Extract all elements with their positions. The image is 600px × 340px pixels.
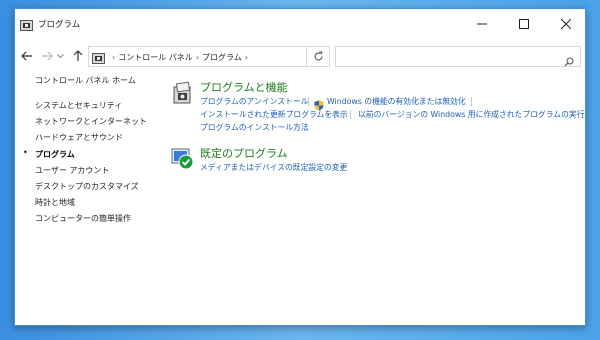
link-run-older-programs[interactable]: 以前のバージョンの Windows 用に作成されたプログラムの実行 (358, 109, 585, 120)
recent-locations-button[interactable] (55, 47, 65, 65)
link-change-media-defaults[interactable]: メディアまたはデバイスの既定設定の変更 (200, 162, 347, 173)
refresh-button[interactable] (306, 46, 330, 67)
link-windows-features[interactable]: Windows の機能の有効化または無効化 (327, 96, 466, 107)
link-separator (350, 110, 351, 119)
window-title: プログラム (38, 20, 81, 30)
sidebar-item-network[interactable]: ネットワークとインターネット (35, 116, 147, 127)
close-button[interactable] (545, 9, 587, 39)
control-panel-icon (92, 50, 105, 64)
title-bar[interactable]: プログラム (15, 9, 585, 39)
chevron-right-icon[interactable]: › (112, 53, 115, 62)
navigation-bar: › コントロール パネル › プログラム › (15, 43, 585, 69)
back-button[interactable] (19, 47, 35, 65)
sidebar-item-programs[interactable]: プログラム (35, 149, 75, 160)
programs-features-icon[interactable] (171, 81, 195, 105)
link-separator (574, 110, 575, 119)
up-button[interactable] (70, 47, 86, 65)
breadcrumb-control-panel[interactable]: コントロール パネル (118, 53, 193, 62)
sidebar-item-system-security[interactable]: システムとセキュリティ (35, 100, 122, 111)
chevron-right-icon[interactable]: › (196, 53, 199, 62)
search-icon[interactable] (564, 52, 574, 67)
default-programs-icon[interactable] (171, 147, 195, 171)
category-title-default-programs[interactable]: 既定のプログラム (200, 145, 288, 161)
sidebar-item-ease-of-access[interactable]: コンピューターの簡単操作 (35, 213, 131, 224)
address-bar[interactable]: › コントロール パネル › プログラム › (88, 46, 328, 67)
link-view-installed-updates[interactable]: インストールされた更新プログラムを表示 (200, 109, 348, 120)
active-bullet-icon: • (23, 148, 28, 157)
link-uninstall-program[interactable]: プログラムのアンインストール (200, 96, 308, 107)
link-how-to-install[interactable]: プログラムのインストール方法 (200, 122, 309, 133)
sidebar-item-clock-region[interactable]: 時計と地域 (35, 197, 75, 208)
sidebar-item-appearance[interactable]: デスクトップのカスタマイズ (35, 181, 139, 192)
sidebar-item-home[interactable]: コントロール パネル ホーム (35, 75, 136, 86)
sidebar-item-hardware-sound[interactable]: ハードウェアとサウンド (35, 132, 123, 143)
link-separator (471, 97, 472, 106)
breadcrumb: › コントロール パネル › プログラム › (109, 52, 251, 63)
forward-button[interactable] (39, 47, 55, 65)
breadcrumb-programs[interactable]: プログラム (202, 53, 242, 62)
category-title-programs-features[interactable]: プログラムと機能 (200, 79, 288, 95)
minimize-button[interactable] (461, 9, 503, 39)
control-panel-icon (20, 17, 33, 31)
control-panel-window: プログラム › コントロール パネル › プログラム › コントロール パネル … (14, 8, 586, 326)
uac-shield-icon (314, 96, 324, 111)
chevron-right-icon[interactable]: › (245, 53, 248, 62)
link-separator (308, 97, 309, 106)
maximize-button[interactable] (503, 9, 545, 39)
search-box[interactable] (335, 46, 581, 67)
sidebar-item-user-accounts[interactable]: ユーザー アカウント (35, 165, 109, 176)
refresh-icon (314, 51, 322, 61)
search-input[interactable] (340, 49, 555, 64)
